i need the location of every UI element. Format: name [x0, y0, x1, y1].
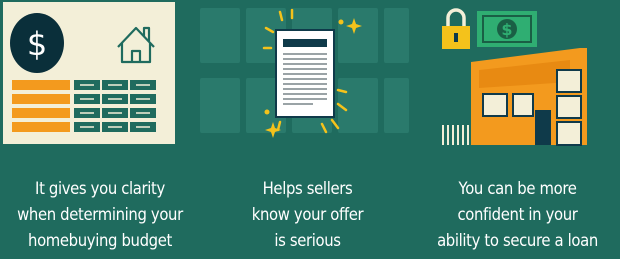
benefit-caption: It gives you clarity when determining yo… [10, 176, 190, 254]
document-icon [275, 29, 335, 118]
loan-illustration: $ [442, 8, 587, 146]
caption-line: Helps sellers [262, 179, 353, 198]
svg-text:$: $ [501, 20, 512, 39]
caption-line: confident in your [457, 205, 578, 224]
padlock-icon [442, 8, 470, 49]
caption-line: It gives you clarity [35, 179, 165, 198]
caption-line: homebuying budget [28, 231, 172, 250]
fence-icon [442, 125, 469, 145]
caption-line: know your offer [251, 205, 364, 224]
dollar-coin-icon: $ [10, 13, 64, 73]
benefit-caption: You can be more confident in your abilit… [425, 176, 610, 254]
dollar-bill-icon: $ [477, 11, 537, 47]
caption-line: is serious [274, 231, 341, 250]
svg-text:$: $ [27, 25, 47, 63]
offer-document-illustration [200, 8, 409, 138]
benefit-caption: Helps sellers know your offer is serious [211, 176, 405, 254]
budget-illustration: $ [3, 2, 175, 144]
caption-line: when determining your [17, 205, 183, 224]
benefit-budget-clarity: $ It gives you clarity when determining … [0, 0, 200, 259]
benefit-loan-confidence: $ You can be more confident in your abil… [415, 0, 620, 259]
caption-line: ability to secure a loan [437, 231, 598, 250]
caption-line: You can be more [458, 179, 577, 198]
benefit-seller-confidence: Helps sellers know your offer is serious [200, 0, 415, 259]
house-icon [471, 48, 587, 146]
